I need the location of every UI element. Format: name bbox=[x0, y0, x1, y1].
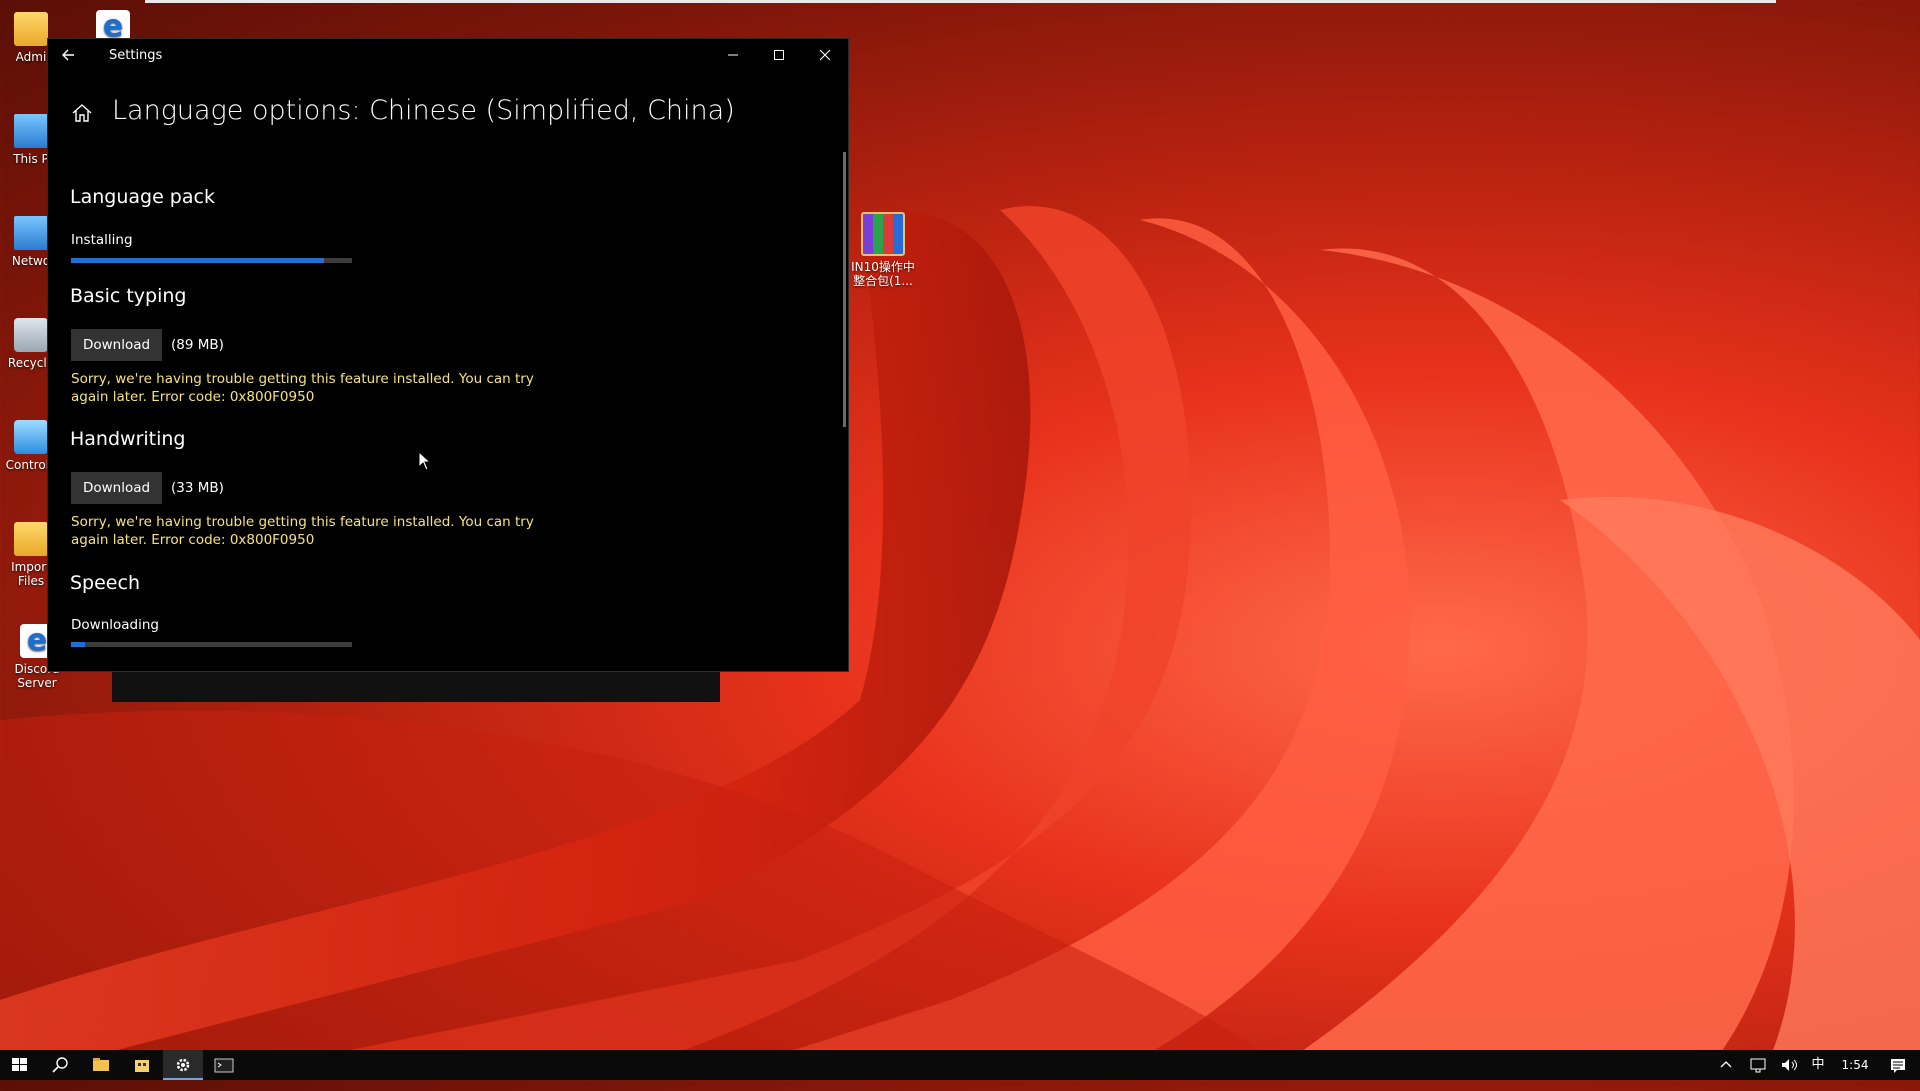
handwriting-error-line-1: Sorry, we're having trouble getting this… bbox=[71, 514, 534, 530]
back-button[interactable] bbox=[58, 45, 82, 65]
ime-indicator[interactable]: 中 bbox=[1806, 1050, 1830, 1080]
close-button[interactable] bbox=[802, 39, 848, 71]
basic-typing-error-message: Sorry, we're having trouble getting this… bbox=[71, 370, 541, 406]
this-pc-icon bbox=[14, 114, 48, 148]
taskbar-store[interactable] bbox=[122, 1050, 162, 1080]
section-heading-speech: Speech bbox=[70, 572, 140, 594]
language-pack-progress-fill bbox=[71, 258, 324, 263]
page-title: Language options: Chinese (Simplified, C… bbox=[112, 95, 735, 126]
close-icon bbox=[819, 49, 831, 61]
minimize-button[interactable] bbox=[710, 39, 756, 71]
network-icon bbox=[14, 216, 48, 250]
title-bar[interactable]: Settings bbox=[48, 39, 848, 71]
file-explorer-icon bbox=[93, 1058, 109, 1071]
maximize-icon bbox=[774, 50, 784, 60]
language-pack-progress-bar bbox=[71, 258, 352, 263]
recycle-bin-icon bbox=[14, 318, 48, 352]
folder-icon bbox=[14, 12, 48, 46]
scrollbar[interactable] bbox=[843, 152, 846, 427]
search-icon bbox=[52, 1057, 68, 1073]
volume-tray-button[interactable] bbox=[1776, 1050, 1802, 1080]
settings-icon bbox=[176, 1058, 190, 1072]
notification-icon bbox=[1891, 1059, 1905, 1073]
network-tray-button[interactable] bbox=[1744, 1050, 1772, 1080]
handwriting-error-line-2: again later. Error code: 0x800F0950 bbox=[71, 532, 315, 548]
taskbar: 中 1:54 bbox=[0, 1050, 1920, 1080]
minimize-icon bbox=[728, 54, 738, 56]
speech-progress-fill bbox=[71, 642, 86, 647]
show-hidden-icons-button[interactable] bbox=[1714, 1050, 1738, 1080]
start-icon bbox=[12, 1058, 27, 1071]
section-heading-handwriting: Handwriting bbox=[70, 428, 186, 450]
speech-progress-bar bbox=[71, 642, 352, 647]
handwriting-error-message: Sorry, we're having trouble getting this… bbox=[71, 513, 541, 549]
store-icon bbox=[135, 1060, 149, 1072]
top-edge-line bbox=[145, 0, 1776, 3]
basic-typing-download-button[interactable]: Download bbox=[71, 329, 162, 361]
language-pack-status: Installing bbox=[71, 232, 133, 248]
settings-window: Settings Language options: Chinese (Simp… bbox=[48, 39, 848, 671]
terminal-icon bbox=[214, 1058, 234, 1073]
clock[interactable]: 1:54 bbox=[1834, 1050, 1876, 1080]
start-button[interactable] bbox=[0, 1050, 40, 1080]
section-heading-language-pack: Language pack bbox=[70, 186, 215, 208]
home-button[interactable] bbox=[70, 101, 94, 125]
desktop-icon-winrar-archive[interactable]: IN10操作中 整合包(1... bbox=[847, 212, 919, 288]
winrar-archive-icon bbox=[861, 212, 905, 256]
chevron-up-icon bbox=[1720, 1061, 1732, 1068]
search-button[interactable] bbox=[40, 1050, 80, 1080]
volume-icon bbox=[1782, 1059, 1797, 1071]
folder-icon bbox=[14, 522, 48, 556]
speech-status: Downloading bbox=[71, 617, 159, 633]
action-center-button[interactable] bbox=[1880, 1050, 1916, 1080]
background-window-strip bbox=[112, 671, 720, 702]
mouse-cursor-icon bbox=[418, 451, 432, 471]
home-icon bbox=[72, 104, 92, 122]
maximize-button[interactable] bbox=[756, 39, 802, 71]
control-panel-icon bbox=[14, 420, 48, 454]
basic-typing-size: (89 MB) bbox=[171, 337, 224, 353]
back-arrow-icon bbox=[62, 49, 74, 61]
basic-typing-error-line-1: Sorry, we're having trouble getting this… bbox=[71, 371, 534, 387]
handwriting-size: (33 MB) bbox=[171, 480, 224, 496]
handwriting-download-button[interactable]: Download bbox=[71, 472, 162, 504]
network-icon bbox=[1750, 1058, 1766, 1073]
taskbar-terminal[interactable] bbox=[204, 1050, 244, 1080]
basic-typing-error-line-2: again later. Error code: 0x800F0950 bbox=[71, 389, 315, 405]
window-title: Settings bbox=[109, 48, 163, 63]
taskbar-file-explorer[interactable] bbox=[81, 1050, 121, 1080]
taskbar-settings[interactable] bbox=[163, 1050, 203, 1080]
section-heading-basic-typing: Basic typing bbox=[70, 285, 187, 307]
